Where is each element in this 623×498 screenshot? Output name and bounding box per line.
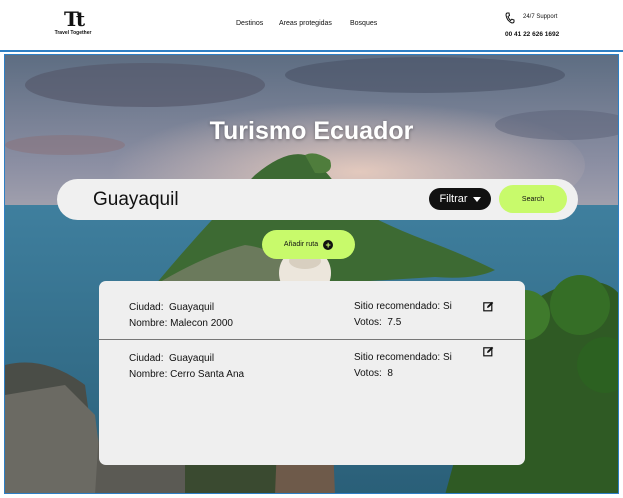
plus-circle-icon: + <box>323 239 334 250</box>
search-bar: Filtrar Search <box>57 179 578 220</box>
filter-label: Filtrar <box>439 193 468 205</box>
search-button[interactable]: Search <box>499 185 567 213</box>
route-item: Ciudad: Guayaquil Nombre: Malecon 2000 S… <box>99 281 525 337</box>
name-field: Nombre: Cerro Santa Ana <box>129 369 244 380</box>
name-label: Nombre: <box>129 369 168 380</box>
nav-item-areas-protegidas[interactable]: Areas protegidas <box>279 20 332 27</box>
logo-text: Travel Together <box>54 30 92 36</box>
logo[interactable]: Tt Travel Together <box>52 9 94 36</box>
votes-value: 7.5 <box>387 317 402 328</box>
name-field: Nombre: Malecon 2000 <box>129 318 233 329</box>
nav-item-bosques[interactable]: Bosques <box>350 20 377 27</box>
name-value: Cerro Santa Ana <box>170 369 245 380</box>
logo-mark: Tt <box>63 7 85 31</box>
support-label: 24/7 Support <box>523 14 558 20</box>
chevron-down-icon <box>472 196 481 202</box>
recommended-label: Sitio recomendado: <box>354 352 441 363</box>
support-phone[interactable]: 00 41 22 626 1692 <box>505 31 559 38</box>
name-value: Malecon 2000 <box>170 318 233 329</box>
city-label: Ciudad: <box>129 302 164 313</box>
votes-label: Votos: <box>354 317 382 328</box>
city-value: Guayaquil <box>169 302 215 313</box>
city-field: Ciudad: Guayaquil <box>129 353 214 364</box>
nav-item-destinos[interactable]: Destinos <box>236 20 263 27</box>
add-route-button[interactable]: Añadir ruta + <box>262 230 355 259</box>
votes-field: Votos: 8 <box>354 368 393 379</box>
recommended-field: Sitio recomendado: Si <box>354 301 452 312</box>
city-value: Guayaquil <box>169 353 215 364</box>
phone-icon <box>505 12 515 24</box>
search-input[interactable] <box>93 187 393 212</box>
edit-icon[interactable] <box>483 346 494 357</box>
votes-field: Votos: 7.5 <box>354 317 401 328</box>
city-field: Ciudad: Guayaquil <box>129 302 214 313</box>
recommended-label: Sitio recomendado: <box>354 301 441 312</box>
recommended-field: Sitio recomendado: Si <box>354 352 452 363</box>
name-label: Nombre: <box>129 318 168 329</box>
votes-label: Votos: <box>354 368 382 379</box>
city-label: Ciudad: <box>129 353 164 364</box>
site-header: Tt Travel Together Destinos Areas proteg… <box>0 0 623 52</box>
filter-button[interactable]: Filtrar <box>429 188 491 210</box>
route-item: Ciudad: Guayaquil Nombre: Cerro Santa An… <box>99 339 525 395</box>
hero-section: Turismo Ecuador Filtrar Search Añadir ru… <box>4 54 619 494</box>
recommended-value: Si <box>442 301 452 312</box>
edit-icon[interactable] <box>483 301 494 312</box>
recommended-value: Si <box>442 352 452 363</box>
results-panel: Ciudad: Guayaquil Nombre: Malecon 2000 S… <box>99 281 525 465</box>
page-title: Turismo Ecuador <box>209 117 414 145</box>
add-route-label: Añadir ruta <box>283 241 319 248</box>
votes-value: 8 <box>387 368 393 379</box>
